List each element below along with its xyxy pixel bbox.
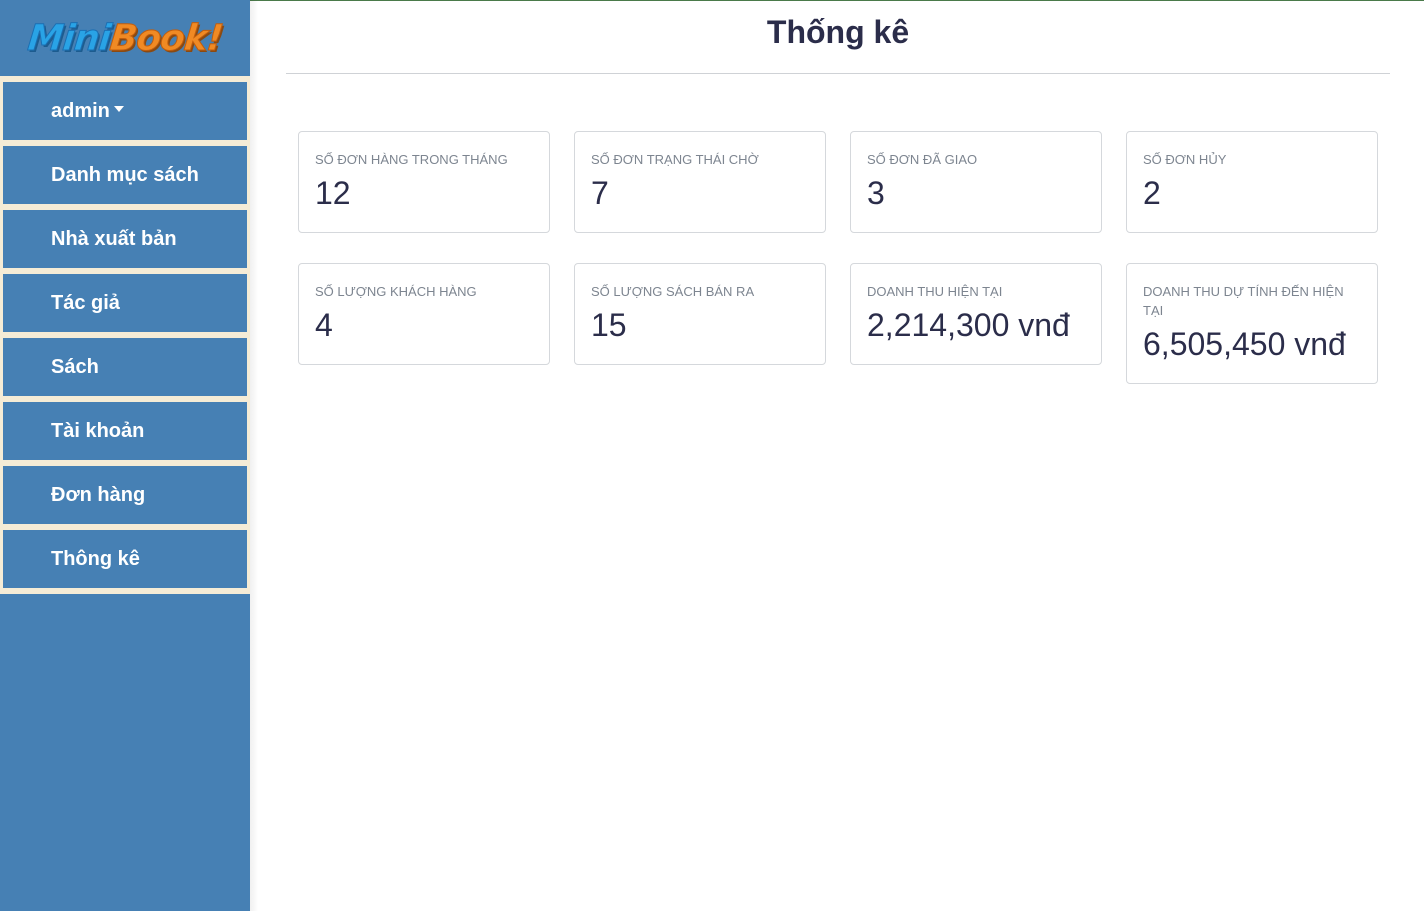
stat-label: Doanh thu hiện tại [867,284,1003,299]
logo-area[interactable]: MiniBook! [0,0,250,76]
sidebar-item-authors[interactable]: Tác giả [3,274,247,332]
sidebar: MiniBook! admin Danh mục sách Nhà xuất b… [0,0,250,911]
sidebar-item-orders[interactable]: Đơn hàng [3,466,247,524]
sidebar-item-label: Tác giả [51,291,120,314]
logo-book-text: Book! [107,17,225,59]
logo[interactable]: MiniBook! [25,17,225,59]
logo-mini-text: Mini [25,17,113,59]
stat-value: 7 [591,175,609,211]
stat-card-cancelled-orders: Số đơn hủy 2 [1126,131,1378,233]
stat-label: Số đơn hủy [1143,152,1227,167]
stat-value: 4 [315,307,333,343]
stat-value: 2,214,300 vnđ [867,307,1070,343]
stat-label: Số đơn đã giao [867,152,978,167]
stat-card-monthly-orders: Số đơn hàng trong tháng 12 [298,131,550,233]
stat-value: 3 [867,175,885,211]
sidebar-item-label: Sách [51,355,99,378]
stat-label: Số lượng sách bán ra [591,284,755,299]
sidebar-item-statistics[interactable]: Thông kê [3,530,247,588]
stat-label: Số đơn hàng trong tháng [315,152,508,167]
sidebar-item-label: Thông kê [51,547,140,570]
stat-value: 2 [1143,175,1161,211]
sidebar-item-label: Tài khoản [51,419,145,442]
stat-card-delivered-orders: Số đơn đã giao 3 [850,131,1102,233]
sidebar-menu: admin Danh mục sách Nhà xuất bản Tác giả… [0,76,250,594]
user-name: admin [51,99,110,122]
stat-value: 12 [315,175,351,211]
stat-value: 15 [591,307,627,343]
stat-card-customer-count: Số lượng khách hàng 4 [298,263,550,365]
sidebar-item-books[interactable]: Sách [3,338,247,396]
sidebar-item-label: Nhà xuất bản [51,227,177,250]
sidebar-item-categories[interactable]: Danh mục sách [3,146,247,204]
sidebar-item-accounts[interactable]: Tài khoản [3,402,247,460]
main-content: Thống kê Số đơn hàng trong tháng 12 Số đ… [250,0,1424,911]
user-dropdown[interactable]: admin [3,82,247,140]
stat-value: 6,505,450 vnđ [1143,326,1346,362]
stat-card-projected-revenue: Doanh thu dự tính đến hiện tại 6,505,450… [1126,263,1378,384]
sidebar-item-publishers[interactable]: Nhà xuất bản [3,210,247,268]
stat-card-books-sold: Số lượng sách bán ra 15 [574,263,826,365]
stat-label: Doanh thu dự tính đến hiện tại [1143,284,1344,318]
sidebar-item-label: Đơn hàng [51,483,146,506]
stat-card-pending-orders: Số đơn trạng thái chờ 7 [574,131,826,233]
sidebar-item-label: Danh mục sách [51,163,199,186]
title-divider [286,73,1390,74]
stat-label: Số lượng khách hàng [315,284,477,299]
page-title: Thống kê [766,14,910,50]
stat-card-current-revenue: Doanh thu hiện tại 2,214,300 vnđ [850,263,1102,365]
stat-label: Số đơn trạng thái chờ [591,152,759,167]
caret-down-icon [113,106,124,112]
